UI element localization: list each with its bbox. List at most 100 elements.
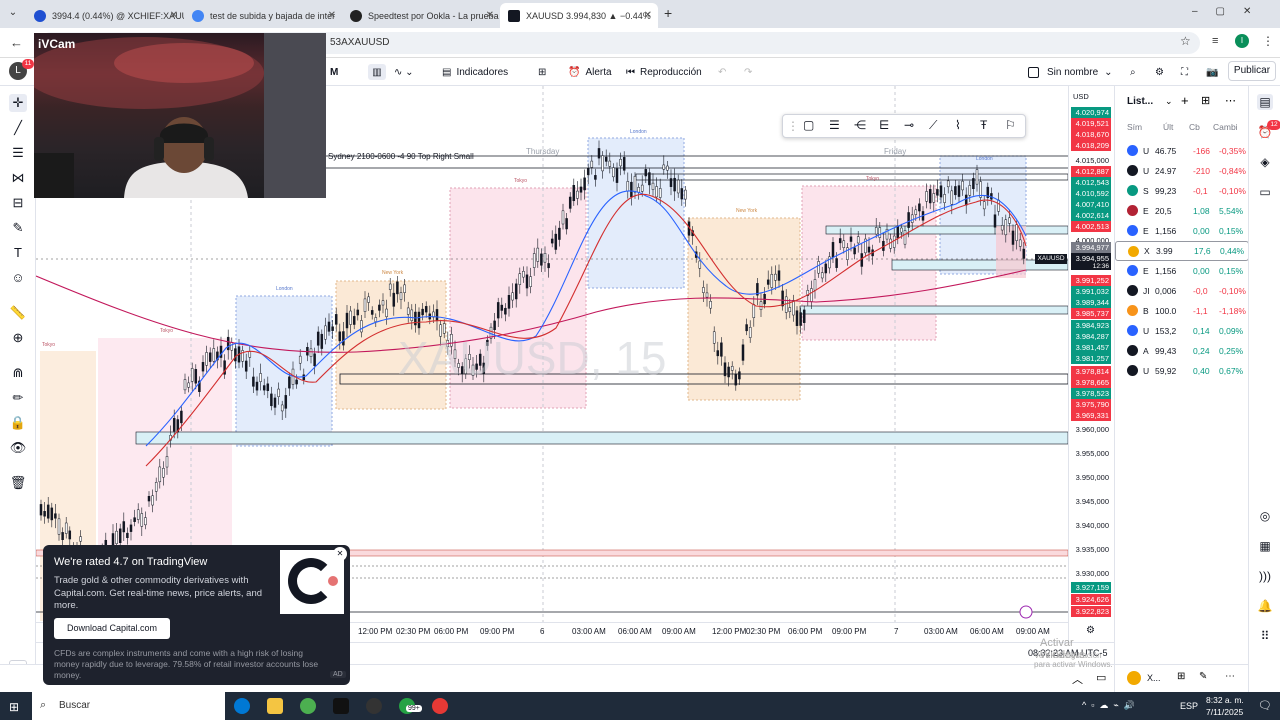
alert-button[interactable]: ⏰ Alerta — [568, 64, 612, 80]
replay-button[interactable]: ⏮ Reproducción — [626, 64, 702, 80]
crosshair-icon[interactable]: ✛ — [9, 94, 27, 112]
watchlist-row[interactable]: B 100.0 -1,1 -1,18% — [1115, 301, 1249, 321]
prediction-icon[interactable]: ⊟ — [9, 194, 27, 212]
comment-icon[interactable]: ⚐ — [1005, 118, 1016, 132]
close-icon[interactable]: ✕ — [333, 547, 347, 561]
windows-start-icon[interactable]: ⊞ — [9, 700, 19, 714]
notification-bell-icon[interactable]: 🔔 — [1257, 598, 1273, 614]
interval-button[interactable]: M — [330, 64, 338, 80]
file-explorer-icon[interactable] — [267, 698, 283, 714]
browser-tab-2[interactable]: test de subida y bajada de inter ✕ — [184, 3, 342, 28]
ray-icon[interactable]: ⟋ — [929, 118, 937, 133]
layout-name-button[interactable]: Sin nombre ⌄ — [1028, 64, 1113, 80]
column-last[interactable]: Últ — [1163, 122, 1173, 132]
lines-icon[interactable]: ☰ — [829, 118, 840, 132]
magnet-icon[interactable]: ⋒ — [9, 364, 27, 382]
visibility-eye-icon[interactable]: 👁 — [9, 439, 27, 457]
more-menu-icon[interactable]: ⋮ — [1262, 34, 1274, 48]
axis-settings-icon[interactable]: ⚙ — [1086, 625, 1095, 636]
close-icon[interactable]: ✕ — [486, 10, 494, 21]
close-icon[interactable]: ✕ — [328, 10, 336, 21]
chatgpt-icon[interactable] — [366, 698, 382, 714]
watchlist-row[interactable]: E 1,156 0,00 0,15% — [1115, 261, 1249, 281]
camera-icon[interactable]: 📷 — [1206, 64, 1218, 80]
undo-icon[interactable]: ↶ — [718, 64, 726, 80]
emoji-icon[interactable]: ☺ — [9, 269, 27, 287]
add-symbol-icon[interactable]: + — [1181, 93, 1189, 108]
watchlist-row[interactable]: U 24.97 -210 -0,84% — [1115, 161, 1249, 181]
text-tool-icon[interactable]: Ŧ — [980, 118, 987, 132]
selected-symbol[interactable]: X... — [1147, 673, 1161, 683]
tab-search-icon[interactable]: ⌄ — [6, 7, 20, 21]
browser-tab-4[interactable]: XAUUSD 3.994,830 ▲ −0.44% ✕ — [500, 3, 658, 28]
chrome-icon[interactable] — [300, 698, 316, 714]
watchlist-icon[interactable]: ▤ — [1257, 94, 1273, 110]
language-indicator[interactable]: ESP — [1180, 701, 1198, 711]
candles-icon[interactable]: ▥ — [368, 64, 386, 80]
new-tab-button[interactable]: + — [664, 5, 672, 21]
watchlist-row[interactable]: X 3.99 17,6 0,44% — [1115, 241, 1249, 261]
back-arrow-icon[interactable]: ← — [10, 35, 23, 50]
ruler-icon[interactable]: 📏 — [9, 304, 27, 322]
settings-gear-icon[interactable]: ⚙ — [1155, 64, 1164, 80]
chevron-up-icon[interactable]: ︿ — [1072, 671, 1083, 687]
demand-zone[interactable] — [799, 305, 1068, 315]
watchlist-row[interactable]: U 153,2 0,14 0,09% — [1115, 321, 1249, 341]
text-icon[interactable]: T — [9, 244, 27, 262]
taskbar-date[interactable]: 7/11/2025 — [1206, 707, 1243, 717]
quick-search-icon[interactable]: ⌕ — [1130, 64, 1136, 80]
more-options-icon[interactable]: ⋯ — [1225, 671, 1235, 682]
taskbar-search[interactable]: ⌕ Buscar — [32, 692, 225, 720]
fib-icon[interactable]: ☰ — [9, 144, 27, 162]
edge-icon[interactable] — [234, 698, 250, 714]
watchlist-row[interactable]: JI 0,006 -0,0 -0,10% — [1115, 281, 1249, 301]
advanced-view-icon[interactable]: ⊞ — [1201, 94, 1210, 107]
notification-center-icon[interactable]: 🗨 — [1258, 699, 1272, 712]
trendline-icon[interactable]: ╱ — [9, 119, 27, 137]
publish-button[interactable]: Publicar — [1228, 61, 1276, 81]
watchlist-row[interactable]: E 1,156 0,00 0,15% — [1115, 221, 1249, 241]
indicators-button[interactable]: ▤ Indicadores — [442, 64, 508, 80]
tray-icons[interactable]: ^▫☁⌁🔊 — [1082, 700, 1140, 711]
horizontal-line-icon[interactable]: ⊸ — [904, 118, 914, 132]
record-app-icon[interactable] — [432, 698, 448, 714]
close-icon[interactable]: ✕ — [644, 10, 652, 21]
zoom-icon[interactable]: ⊕ — [9, 329, 27, 347]
maximize-panel-icon[interactable]: ▭ — [1096, 671, 1106, 684]
apps-grid-icon[interactable]: ⠿ — [1257, 628, 1273, 644]
lock-icon[interactable]: 🔒 — [9, 414, 27, 432]
watchlist-row[interactable]: U 59,92 0,40 0,67% — [1115, 361, 1249, 381]
broadcast-icon[interactable]: ))) — [1257, 568, 1273, 584]
stocks-app-icon[interactable] — [333, 698, 349, 714]
price-axis[interactable]: USD 4.020,974 4.019,521 4.018,670 4.018,209… — [1035, 86, 1114, 642]
watchlist-row[interactable]: E 20,5 1,08 5,54% — [1115, 201, 1249, 221]
watchlist-row[interactable]: S 99,23 -0,1 -0,10% — [1115, 181, 1249, 201]
browser-tab-1[interactable]: 3994.4 (0.44%) @ XCHIEF:XAUUSD ✕ — [26, 3, 184, 28]
profile-avatar[interactable]: I — [1235, 34, 1249, 48]
pattern-icon[interactable]: ⋈ — [9, 169, 27, 187]
drag-handle-icon[interactable]: ⋮ — [787, 119, 799, 133]
bookmark-star-icon[interactable]: ☆ — [1180, 34, 1191, 48]
path-icon[interactable]: ⌇ — [955, 118, 961, 132]
brush-icon[interactable]: ✎ — [9, 219, 27, 237]
chat-icon[interactable]: ▭ — [1257, 184, 1273, 200]
watchlist-title[interactable]: List... — [1127, 96, 1153, 107]
watchlist-row[interactable]: A 99,43 0,24 0,25% — [1115, 341, 1249, 361]
fullscreen-icon[interactable]: ⛶ — [1181, 64, 1188, 80]
calendar-icon[interactable]: ▦ — [1257, 538, 1273, 554]
layers-icon[interactable]: ◈ — [1257, 154, 1273, 170]
column-change[interactable]: Cb — [1189, 122, 1200, 132]
ad-download-button[interactable]: Download Capital.com — [54, 618, 170, 639]
browser-tab-3[interactable]: Speedtest por Ookla - La prueba ✕ — [342, 3, 500, 28]
resistance-zone[interactable] — [825, 225, 1068, 235]
pitchfork-icon[interactable]: ⋲ — [854, 118, 866, 132]
watchlist-row[interactable]: U 46.75 -166 -0,35% — [1115, 141, 1249, 161]
edit-icon[interactable]: ✎ — [1199, 671, 1207, 682]
window-controls[interactable]: –▢✕ — [1192, 6, 1269, 17]
currency-label[interactable]: USD — [1073, 92, 1089, 101]
lightning-event-icon[interactable] — [1019, 605, 1033, 619]
more-options-icon[interactable]: ⋯ — [1225, 94, 1236, 107]
reading-list-icon[interactable]: ≡ — [1212, 35, 1218, 47]
taskbar-time[interactable]: 8:32 a. m. — [1206, 695, 1244, 705]
target-icon[interactable]: ◎ — [1257, 508, 1273, 524]
